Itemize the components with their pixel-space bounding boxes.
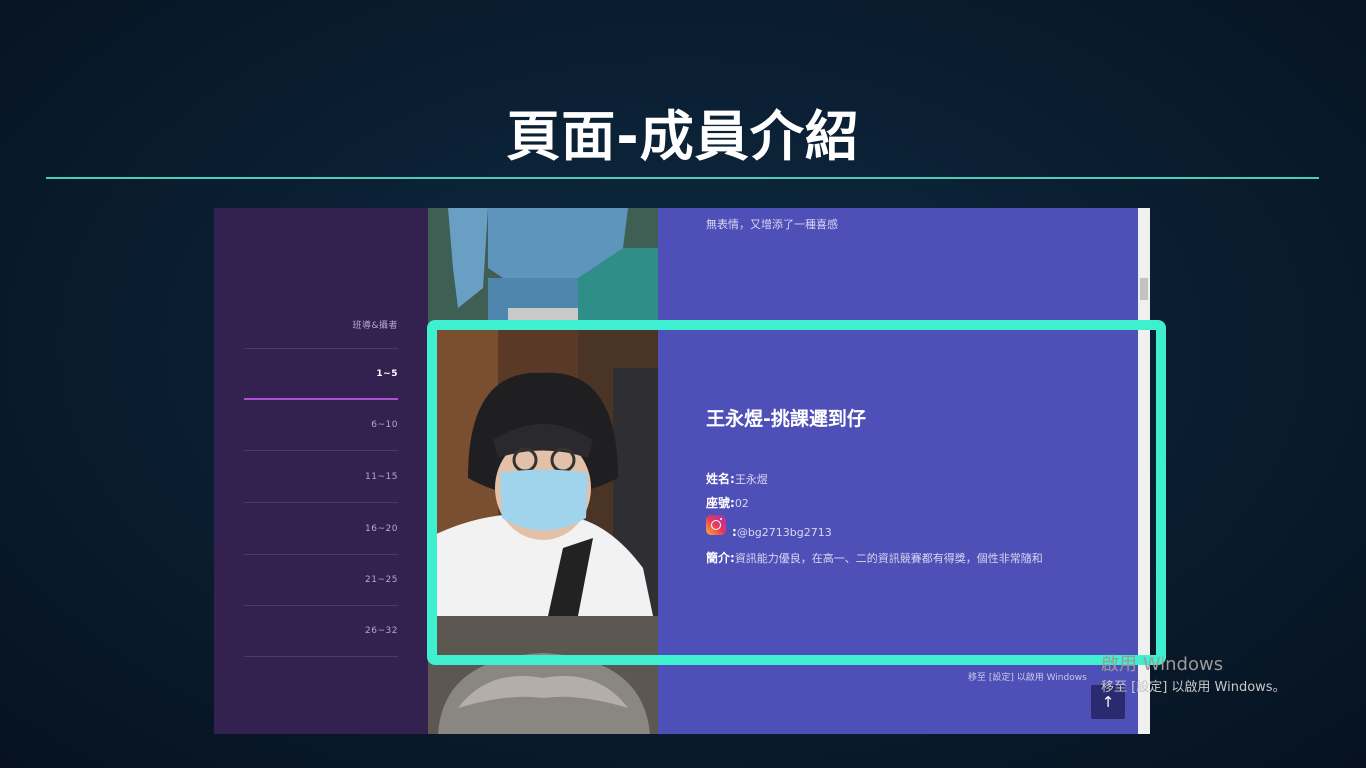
sidebar-item-label: 16~20 bbox=[365, 524, 398, 534]
sidebar-item-21-25[interactable]: 21~25 bbox=[244, 555, 398, 606]
inner-activation-watermark: 移至 [設定] 以啟用 Windows bbox=[968, 673, 1087, 683]
sidebar-item-teacher[interactable]: 班導&攝者 bbox=[244, 298, 398, 349]
sidebar-item-label: 1~5 bbox=[376, 369, 398, 379]
slide-title: 頁面-成員介紹 bbox=[506, 105, 860, 168]
sidebar-item-label: 21~25 bbox=[365, 575, 398, 585]
sidebar-item-label: 6~10 bbox=[371, 420, 398, 430]
activation-watermark-subtitle: 移至 [設定] 以啟用 Windows。 bbox=[1101, 680, 1286, 695]
title-divider bbox=[46, 177, 1319, 179]
sidebar-item-label: 11~15 bbox=[365, 472, 398, 482]
activation-watermark-title: 啟用 Windows bbox=[1101, 654, 1224, 675]
sidebar-item-11-15[interactable]: 11~15 bbox=[244, 452, 398, 503]
sidebar-item-6-10[interactable]: 6~10 bbox=[244, 400, 398, 451]
sidebar-item-16-20[interactable]: 16~20 bbox=[244, 504, 398, 555]
sidebar-item-label: 26~32 bbox=[365, 626, 398, 636]
previous-member-text: 無表情，又增添了一種喜感 bbox=[706, 218, 838, 231]
sidebar-nav: 班導&攝者 1~5 6~10 11~15 16~20 21~25 26~32 bbox=[214, 208, 428, 734]
scrollbar-thumb[interactable] bbox=[1140, 278, 1148, 300]
sidebar-item-26-32[interactable]: 26~32 bbox=[244, 606, 398, 657]
sidebar-item-label: 班導&攝者 bbox=[352, 321, 398, 331]
sidebar-item-1-5[interactable]: 1~5 bbox=[244, 349, 398, 400]
highlight-frame bbox=[427, 320, 1166, 665]
arrow-up-icon: ↑ bbox=[1101, 693, 1115, 711]
